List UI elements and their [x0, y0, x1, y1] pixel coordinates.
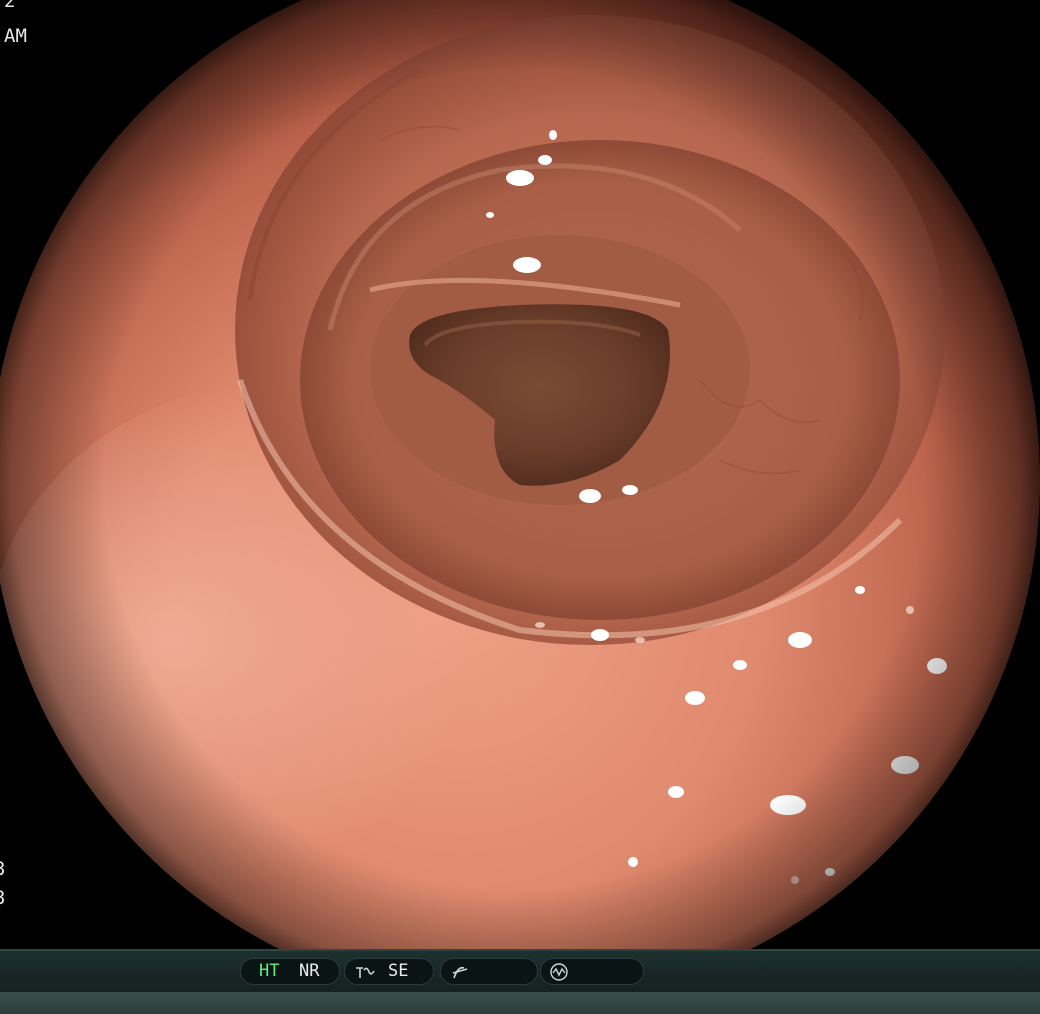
overlay-number-top: 2 — [4, 0, 16, 12]
se-label: SE — [388, 961, 409, 981]
color-enhancement-icon — [452, 966, 468, 979]
nr-label: NR — [299, 961, 320, 981]
structure-enhancement-icon — [356, 967, 375, 978]
ht-label: HT — [259, 961, 280, 981]
status-bar-lower-strip — [0, 992, 1040, 1014]
endoscopic-image — [0, 0, 1040, 1014]
zoom-wave-icon — [550, 963, 568, 981]
overlay-time-period: AM — [4, 25, 27, 47]
overlay-value-b: 3 — [0, 887, 5, 909]
ht-nr-indicator — [240, 958, 340, 985]
endoscopy-screen: 2 AM 3 3 HT NR SE — [0, 0, 1040, 1014]
overlay-value-a: 3 — [0, 858, 5, 880]
